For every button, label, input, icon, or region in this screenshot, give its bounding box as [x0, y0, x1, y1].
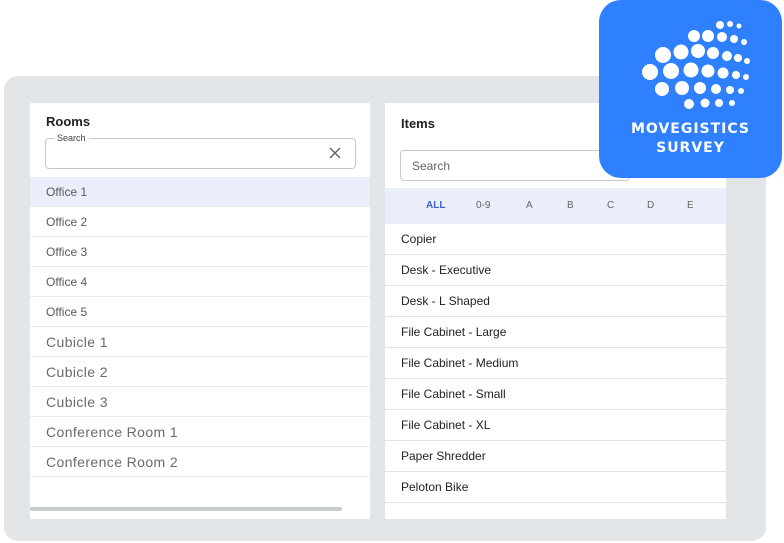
- list-item[interactable]: File Cabinet - Medium: [385, 348, 726, 379]
- items-title: Items: [401, 116, 435, 131]
- list-item[interactable]: Paper Shredder: [385, 441, 726, 472]
- room-item[interactable]: Office 2: [30, 207, 370, 237]
- alpha-filter-e[interactable]: E: [687, 200, 694, 211]
- rooms-search-legend: Search: [54, 133, 89, 144]
- list-item[interactable]: File Cabinet - Large: [385, 317, 726, 348]
- list-item[interactable]: Copier: [385, 224, 726, 255]
- list-item[interactable]: Desk - L Shaped: [385, 286, 726, 317]
- room-item[interactable]: Office 4: [30, 267, 370, 297]
- alpha-filter-b[interactable]: B: [567, 200, 574, 211]
- item-list: Copier Desk - Executive Desk - L Shaped Fil…: [385, 224, 726, 503]
- room-item[interactable]: Conference Room 1: [30, 417, 370, 447]
- room-item[interactable]: Office 1: [30, 177, 370, 207]
- globe-dots-icon: [642, 21, 750, 109]
- room-item[interactable]: Cubicle 2: [30, 357, 370, 387]
- alpha-filter-0-9[interactable]: 0-9: [476, 200, 490, 211]
- logo-line-2: SURVEY: [656, 140, 725, 156]
- alpha-filter-c[interactable]: C: [607, 200, 614, 211]
- list-item[interactable]: File Cabinet - Small: [385, 379, 726, 410]
- list-item[interactable]: Peloton Bike: [385, 472, 726, 503]
- alpha-filter-bar: ALL 0-9 A B C D E: [385, 188, 726, 224]
- clear-icon[interactable]: [327, 145, 343, 161]
- room-item[interactable]: Cubicle 1: [30, 327, 370, 357]
- room-item[interactable]: Cubicle 3: [30, 387, 370, 417]
- alpha-filter-d[interactable]: D: [647, 200, 654, 211]
- rooms-title: Rooms: [46, 114, 91, 129]
- room-item[interactable]: Conference Room 2: [30, 447, 370, 477]
- alpha-filter-a[interactable]: A: [526, 200, 533, 211]
- movegistics-logo: MOVEGISTICS SURVEY: [599, 0, 782, 178]
- room-item[interactable]: Office 3: [30, 237, 370, 267]
- list-item[interactable]: Desk - Executive: [385, 255, 726, 286]
- room-list: Office 1 Office 2 Office 3 Office 4 Office 5…: [30, 177, 370, 477]
- alpha-filter-all[interactable]: ALL: [426, 200, 445, 211]
- rooms-panel: Rooms Search Office 1 Office 2 Office 3 Off…: [30, 103, 370, 519]
- rooms-search-input[interactable]: Search: [45, 133, 356, 169]
- room-item[interactable]: Office 5: [30, 297, 370, 327]
- list-item[interactable]: File Cabinet - XL: [385, 410, 726, 441]
- items-search-input[interactable]: Search: [400, 150, 630, 181]
- logo-line-1: MOVEGISTICS: [630, 121, 750, 137]
- horizontal-scrollbar[interactable]: [30, 507, 342, 511]
